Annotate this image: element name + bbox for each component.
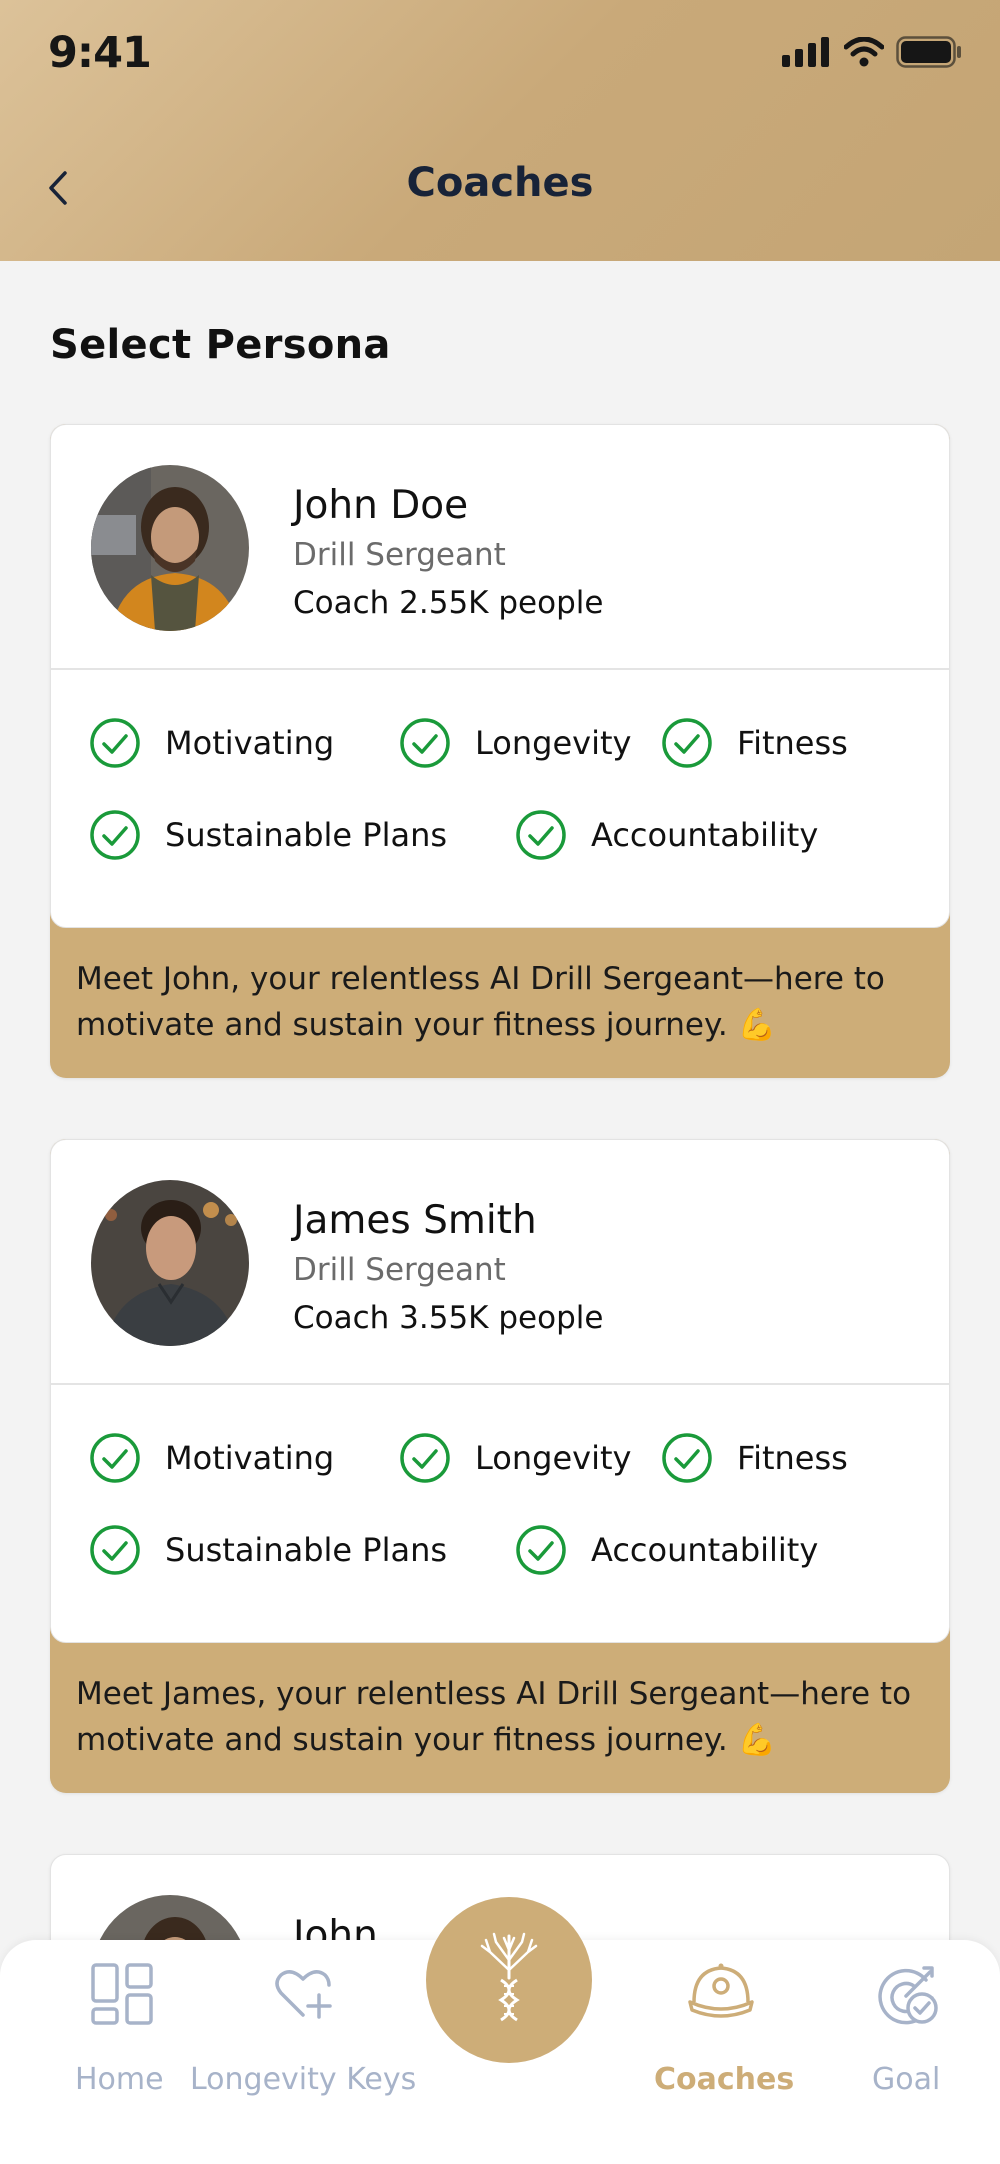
tag-item: Sustainable Plans bbox=[89, 1524, 447, 1576]
check-circle-icon bbox=[516, 1525, 566, 1575]
tag-label: Longevity bbox=[475, 724, 632, 762]
page-title: Coaches bbox=[406, 160, 594, 206]
check-circle-icon bbox=[90, 1433, 140, 1483]
check-circle-icon bbox=[662, 718, 712, 768]
nav-label: Home bbox=[75, 2062, 164, 2097]
tag-label: Fitness bbox=[737, 724, 848, 762]
dna-tree-icon bbox=[480, 1932, 538, 2022]
coach-role: Drill Sergeant bbox=[293, 537, 506, 573]
tag-item: Fitness bbox=[661, 717, 848, 769]
tag-item: Accountability bbox=[515, 809, 818, 861]
tag-label: Motivating bbox=[165, 1439, 335, 1477]
coach-count: Coach 3.55K people bbox=[293, 1300, 604, 1336]
goal-target-icon bbox=[878, 1966, 938, 2025]
nav-label: Coaches bbox=[654, 2062, 795, 2097]
section-title: Select Persona bbox=[50, 322, 391, 368]
coach-card[interactable]: John Doe Drill Sergeant Coach 2.55K peop… bbox=[50, 424, 950, 1078]
tag-label: Fitness bbox=[737, 1439, 848, 1477]
coach-description: Meet James, your relentless AI Drill Ser… bbox=[76, 1676, 912, 1758]
nav-longevity-keys[interactable]: Longevity Keys bbox=[180, 1940, 420, 2164]
tag-item: Sustainable Plans bbox=[89, 809, 447, 861]
status-icons bbox=[782, 36, 962, 68]
check-circle-icon bbox=[90, 810, 140, 860]
nav-coaches[interactable]: Coaches bbox=[630, 1940, 810, 2164]
home-indicator bbox=[360, 2140, 640, 2150]
app-header: 9:41 Coaches bbox=[0, 0, 1000, 261]
tag-label: Sustainable Plans bbox=[165, 1531, 448, 1569]
coach-cap-icon bbox=[688, 1963, 754, 2018]
nav-label: Goal bbox=[872, 2062, 941, 2097]
tag-item: Motivating bbox=[89, 717, 334, 769]
tag-item: Accountability bbox=[515, 1524, 818, 1576]
tag-label: Accountability bbox=[591, 1531, 819, 1569]
nav-label: Longevity Keys bbox=[190, 2062, 417, 2097]
tag-label: Accountability bbox=[591, 816, 819, 854]
coach-role: Drill Sergeant bbox=[293, 1252, 506, 1288]
avatar bbox=[91, 1180, 249, 1346]
check-circle-icon bbox=[662, 1433, 712, 1483]
coach-count: Coach 2.55K people bbox=[293, 585, 604, 621]
coach-description: Meet John, your relentless AI Drill Serg… bbox=[76, 961, 885, 1043]
nav-goal[interactable]: Goal bbox=[840, 1940, 1000, 2164]
check-circle-icon bbox=[516, 810, 566, 860]
home-grid-icon bbox=[91, 1963, 153, 2025]
check-circle-icon bbox=[90, 1525, 140, 1575]
tag-label: Sustainable Plans bbox=[165, 816, 448, 854]
coach-card[interactable]: James Smith Drill Sergeant Coach 3.55K p… bbox=[50, 1139, 950, 1793]
tag-item: Longevity bbox=[399, 1432, 631, 1484]
tag-list: Motivating Longevity Fitness Sustainable… bbox=[51, 1385, 949, 1642]
coach-name: John Doe bbox=[293, 483, 469, 528]
tag-item: Fitness bbox=[661, 1432, 848, 1484]
wifi-icon bbox=[844, 37, 884, 67]
check-circle-icon bbox=[400, 718, 450, 768]
tag-list: Motivating Longevity Fitness Sustainable… bbox=[51, 670, 949, 927]
avatar bbox=[91, 465, 249, 631]
tag-label: Motivating bbox=[165, 724, 335, 762]
tag-item: Longevity bbox=[399, 717, 631, 769]
tag-item: Motivating bbox=[89, 1432, 334, 1484]
center-fab-button[interactable] bbox=[426, 1897, 592, 2063]
check-circle-icon bbox=[400, 1433, 450, 1483]
battery-icon bbox=[896, 36, 961, 68]
status-time: 9:41 bbox=[48, 28, 152, 78]
check-circle-icon bbox=[90, 718, 140, 768]
heart-plus-icon bbox=[275, 1970, 332, 2019]
coach-name: James Smith bbox=[293, 1198, 537, 1243]
tag-label: Longevity bbox=[475, 1439, 632, 1477]
signal-icon bbox=[782, 37, 829, 67]
